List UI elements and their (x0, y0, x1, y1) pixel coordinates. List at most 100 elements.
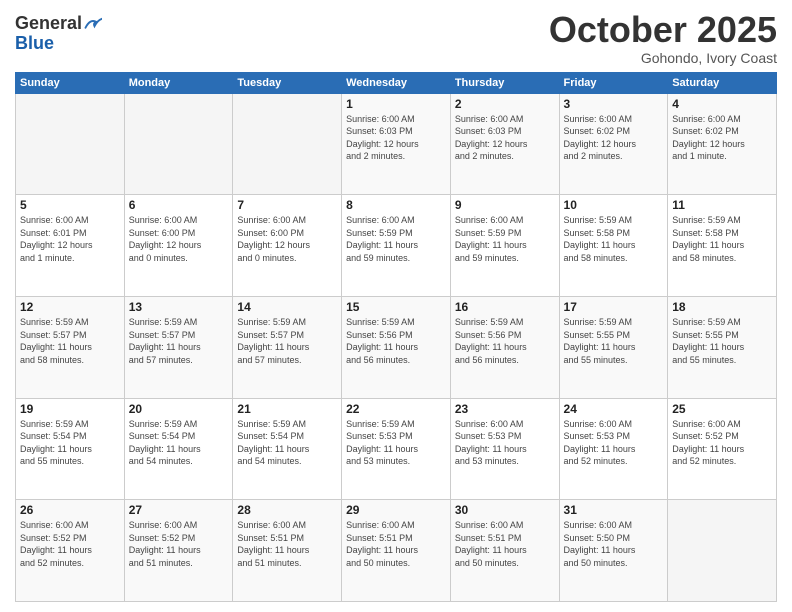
calendar-cell: 3 Sunrise: 6:00 AMSunset: 6:02 PMDaylight… (559, 93, 668, 195)
calendar-cell: 12Sunrise: 5:59 AMSunset: 5:57 PMDayligh… (16, 296, 125, 398)
day-number: 4 (672, 97, 772, 111)
calendar-week-row: 19 Sunrise: 5:59 AMSunset: 5:54 PMDayligh… (16, 398, 777, 500)
day-number: 10 (564, 198, 664, 212)
page: General Blue October 2025 Gohondo, Ivory… (0, 0, 792, 612)
day-number: 9 (455, 198, 555, 212)
calendar-cell: 4 Sunrise: 6:00 AMSunset: 6:02 PMDaylight… (668, 93, 777, 195)
day-number: 11 (672, 198, 772, 212)
day-number: 23 (455, 402, 555, 416)
calendar-cell: 8 Sunrise: 6:00 AMSunset: 5:59 PMDaylight… (342, 195, 451, 297)
day-number: 2 (455, 97, 555, 111)
day-number: 13 (129, 300, 229, 314)
day-number: 15 (346, 300, 446, 314)
day-number: 1 (346, 97, 446, 111)
day-info: Sunrise: 5:59 AMSunset: 5:57 PMDaylight:… (20, 316, 120, 366)
calendar-cell: 21 Sunrise: 5:59 AMSunset: 5:54 PMDayligh… (233, 398, 342, 500)
calendar-day-header-tuesday: Tuesday (233, 72, 342, 93)
calendar-cell: 6 Sunrise: 6:00 AMSunset: 6:00 PMDaylight… (124, 195, 233, 297)
calendar-week-row: 26Sunrise: 6:00 AMSunset: 5:52 PMDayligh… (16, 500, 777, 602)
day-info: Sunrise: 5:59 AMSunset: 5:56 PMDaylight:… (455, 316, 555, 366)
calendar-cell: 25 Sunrise: 6:00 AMSunset: 5:52 PMDayligh… (668, 398, 777, 500)
calendar-cell: 11Sunrise: 5:59 AMSunset: 5:58 PMDayligh… (668, 195, 777, 297)
calendar-cell: 29 Sunrise: 6:00 AMSunset: 5:51 PMDayligh… (342, 500, 451, 602)
calendar-cell: 31Sunrise: 6:00 AMSunset: 5:50 PMDayligh… (559, 500, 668, 602)
day-number: 7 (237, 198, 337, 212)
day-number: 30 (455, 503, 555, 517)
calendar-cell: 30 Sunrise: 6:00 AMSunset: 5:51 PMDayligh… (450, 500, 559, 602)
day-number: 16 (455, 300, 555, 314)
day-number: 8 (346, 198, 446, 212)
calendar-cell: 27 Sunrise: 6:00 AMSunset: 5:52 PMDayligh… (124, 500, 233, 602)
day-info: Sunrise: 6:00 AMSunset: 5:51 PMDaylight:… (455, 519, 555, 569)
calendar-week-row: 12Sunrise: 5:59 AMSunset: 5:57 PMDayligh… (16, 296, 777, 398)
calendar-cell: 16 Sunrise: 5:59 AMSunset: 5:56 PMDayligh… (450, 296, 559, 398)
calendar-cell: 17Sunrise: 5:59 AMSunset: 5:55 PMDayligh… (559, 296, 668, 398)
calendar-cell: 10Sunrise: 5:59 AMSunset: 5:58 PMDayligh… (559, 195, 668, 297)
day-info: Sunrise: 5:59 AMSunset: 5:57 PMDaylight:… (237, 316, 337, 366)
calendar-cell: 26Sunrise: 6:00 AMSunset: 5:52 PMDayligh… (16, 500, 125, 602)
day-number: 6 (129, 198, 229, 212)
day-info: Sunrise: 6:00 AMSunset: 5:59 PMDaylight:… (455, 214, 555, 264)
calendar-week-row: 1 Sunrise: 6:00 AMSunset: 6:03 PMDaylight… (16, 93, 777, 195)
day-number: 27 (129, 503, 229, 517)
day-info: Sunrise: 6:00 AMSunset: 6:00 PMDaylight:… (237, 214, 337, 264)
day-info: Sunrise: 5:59 AMSunset: 5:55 PMDaylight:… (564, 316, 664, 366)
calendar-day-header-monday: Monday (124, 72, 233, 93)
day-info: Sunrise: 5:59 AMSunset: 5:57 PMDaylight:… (129, 316, 229, 366)
day-info: Sunrise: 6:00 AMSunset: 5:51 PMDaylight:… (346, 519, 446, 569)
calendar-cell (16, 93, 125, 195)
calendar-cell: 24Sunrise: 6:00 AMSunset: 5:53 PMDayligh… (559, 398, 668, 500)
day-number: 21 (237, 402, 337, 416)
calendar-week-row: 5 Sunrise: 6:00 AMSunset: 6:01 PMDaylight… (16, 195, 777, 297)
day-info: Sunrise: 5:59 AMSunset: 5:54 PMDaylight:… (237, 418, 337, 468)
calendar-day-header-wednesday: Wednesday (342, 72, 451, 93)
calendar-cell (124, 93, 233, 195)
day-info: Sunrise: 6:00 AMSunset: 5:59 PMDaylight:… (346, 214, 446, 264)
day-number: 14 (237, 300, 337, 314)
calendar-cell: 14 Sunrise: 5:59 AMSunset: 5:57 PMDayligh… (233, 296, 342, 398)
day-info: Sunrise: 6:00 AMSunset: 6:02 PMDaylight:… (672, 113, 772, 163)
calendar-cell: 15 Sunrise: 5:59 AMSunset: 5:56 PMDayligh… (342, 296, 451, 398)
month-title: October 2025 (549, 10, 777, 50)
day-number: 19 (20, 402, 120, 416)
calendar-cell: 28 Sunrise: 6:00 AMSunset: 5:51 PMDayligh… (233, 500, 342, 602)
calendar-cell: 7 Sunrise: 6:00 AMSunset: 6:00 PMDaylight… (233, 195, 342, 297)
day-info: Sunrise: 5:59 AMSunset: 5:53 PMDaylight:… (346, 418, 446, 468)
day-info: Sunrise: 6:00 AMSunset: 5:52 PMDaylight:… (672, 418, 772, 468)
day-info: Sunrise: 5:59 AMSunset: 5:54 PMDaylight:… (129, 418, 229, 468)
header: General Blue October 2025 Gohondo, Ivory… (15, 10, 777, 66)
calendar-day-header-thursday: Thursday (450, 72, 559, 93)
calendar-cell: 23 Sunrise: 6:00 AMSunset: 5:53 PMDayligh… (450, 398, 559, 500)
logo: General Blue (15, 14, 102, 54)
day-info: Sunrise: 6:00 AMSunset: 5:53 PMDaylight:… (455, 418, 555, 468)
day-info: Sunrise: 6:00 AMSunset: 5:51 PMDaylight:… (237, 519, 337, 569)
day-info: Sunrise: 6:00 AMSunset: 6:00 PMDaylight:… (129, 214, 229, 264)
calendar-cell: 2 Sunrise: 6:00 AMSunset: 6:03 PMDaylight… (450, 93, 559, 195)
day-info: Sunrise: 6:00 AMSunset: 5:50 PMDaylight:… (564, 519, 664, 569)
day-number: 28 (237, 503, 337, 517)
calendar-cell: 20Sunrise: 5:59 AMSunset: 5:54 PMDayligh… (124, 398, 233, 500)
day-info: Sunrise: 5:59 AMSunset: 5:54 PMDaylight:… (20, 418, 120, 468)
calendar-day-header-sunday: Sunday (16, 72, 125, 93)
calendar-cell: 13 Sunrise: 5:59 AMSunset: 5:57 PMDayligh… (124, 296, 233, 398)
day-info: Sunrise: 5:59 AMSunset: 5:56 PMDaylight:… (346, 316, 446, 366)
day-info: Sunrise: 6:00 AMSunset: 6:03 PMDaylight:… (346, 113, 446, 163)
day-info: Sunrise: 6:00 AMSunset: 5:52 PMDaylight:… (129, 519, 229, 569)
logo-blue-text: Blue (15, 33, 54, 53)
day-info: Sunrise: 6:00 AMSunset: 6:01 PMDaylight:… (20, 214, 120, 264)
location: Gohondo, Ivory Coast (549, 50, 777, 66)
day-info: Sunrise: 6:00 AMSunset: 6:03 PMDaylight:… (455, 113, 555, 163)
calendar-header-row: SundayMondayTuesdayWednesdayThursdayFrid… (16, 72, 777, 93)
day-info: Sunrise: 6:00 AMSunset: 5:53 PMDaylight:… (564, 418, 664, 468)
day-info: Sunrise: 6:00 AMSunset: 6:02 PMDaylight:… (564, 113, 664, 163)
title-block: October 2025 Gohondo, Ivory Coast (549, 10, 777, 66)
logo-bird-icon (84, 15, 102, 33)
day-info: Sunrise: 6:00 AMSunset: 5:52 PMDaylight:… (20, 519, 120, 569)
calendar-table: SundayMondayTuesdayWednesdayThursdayFrid… (15, 72, 777, 602)
calendar-cell: 1 Sunrise: 6:00 AMSunset: 6:03 PMDaylight… (342, 93, 451, 195)
day-number: 3 (564, 97, 664, 111)
day-number: 22 (346, 402, 446, 416)
day-number: 5 (20, 198, 120, 212)
day-number: 25 (672, 402, 772, 416)
day-number: 29 (346, 503, 446, 517)
